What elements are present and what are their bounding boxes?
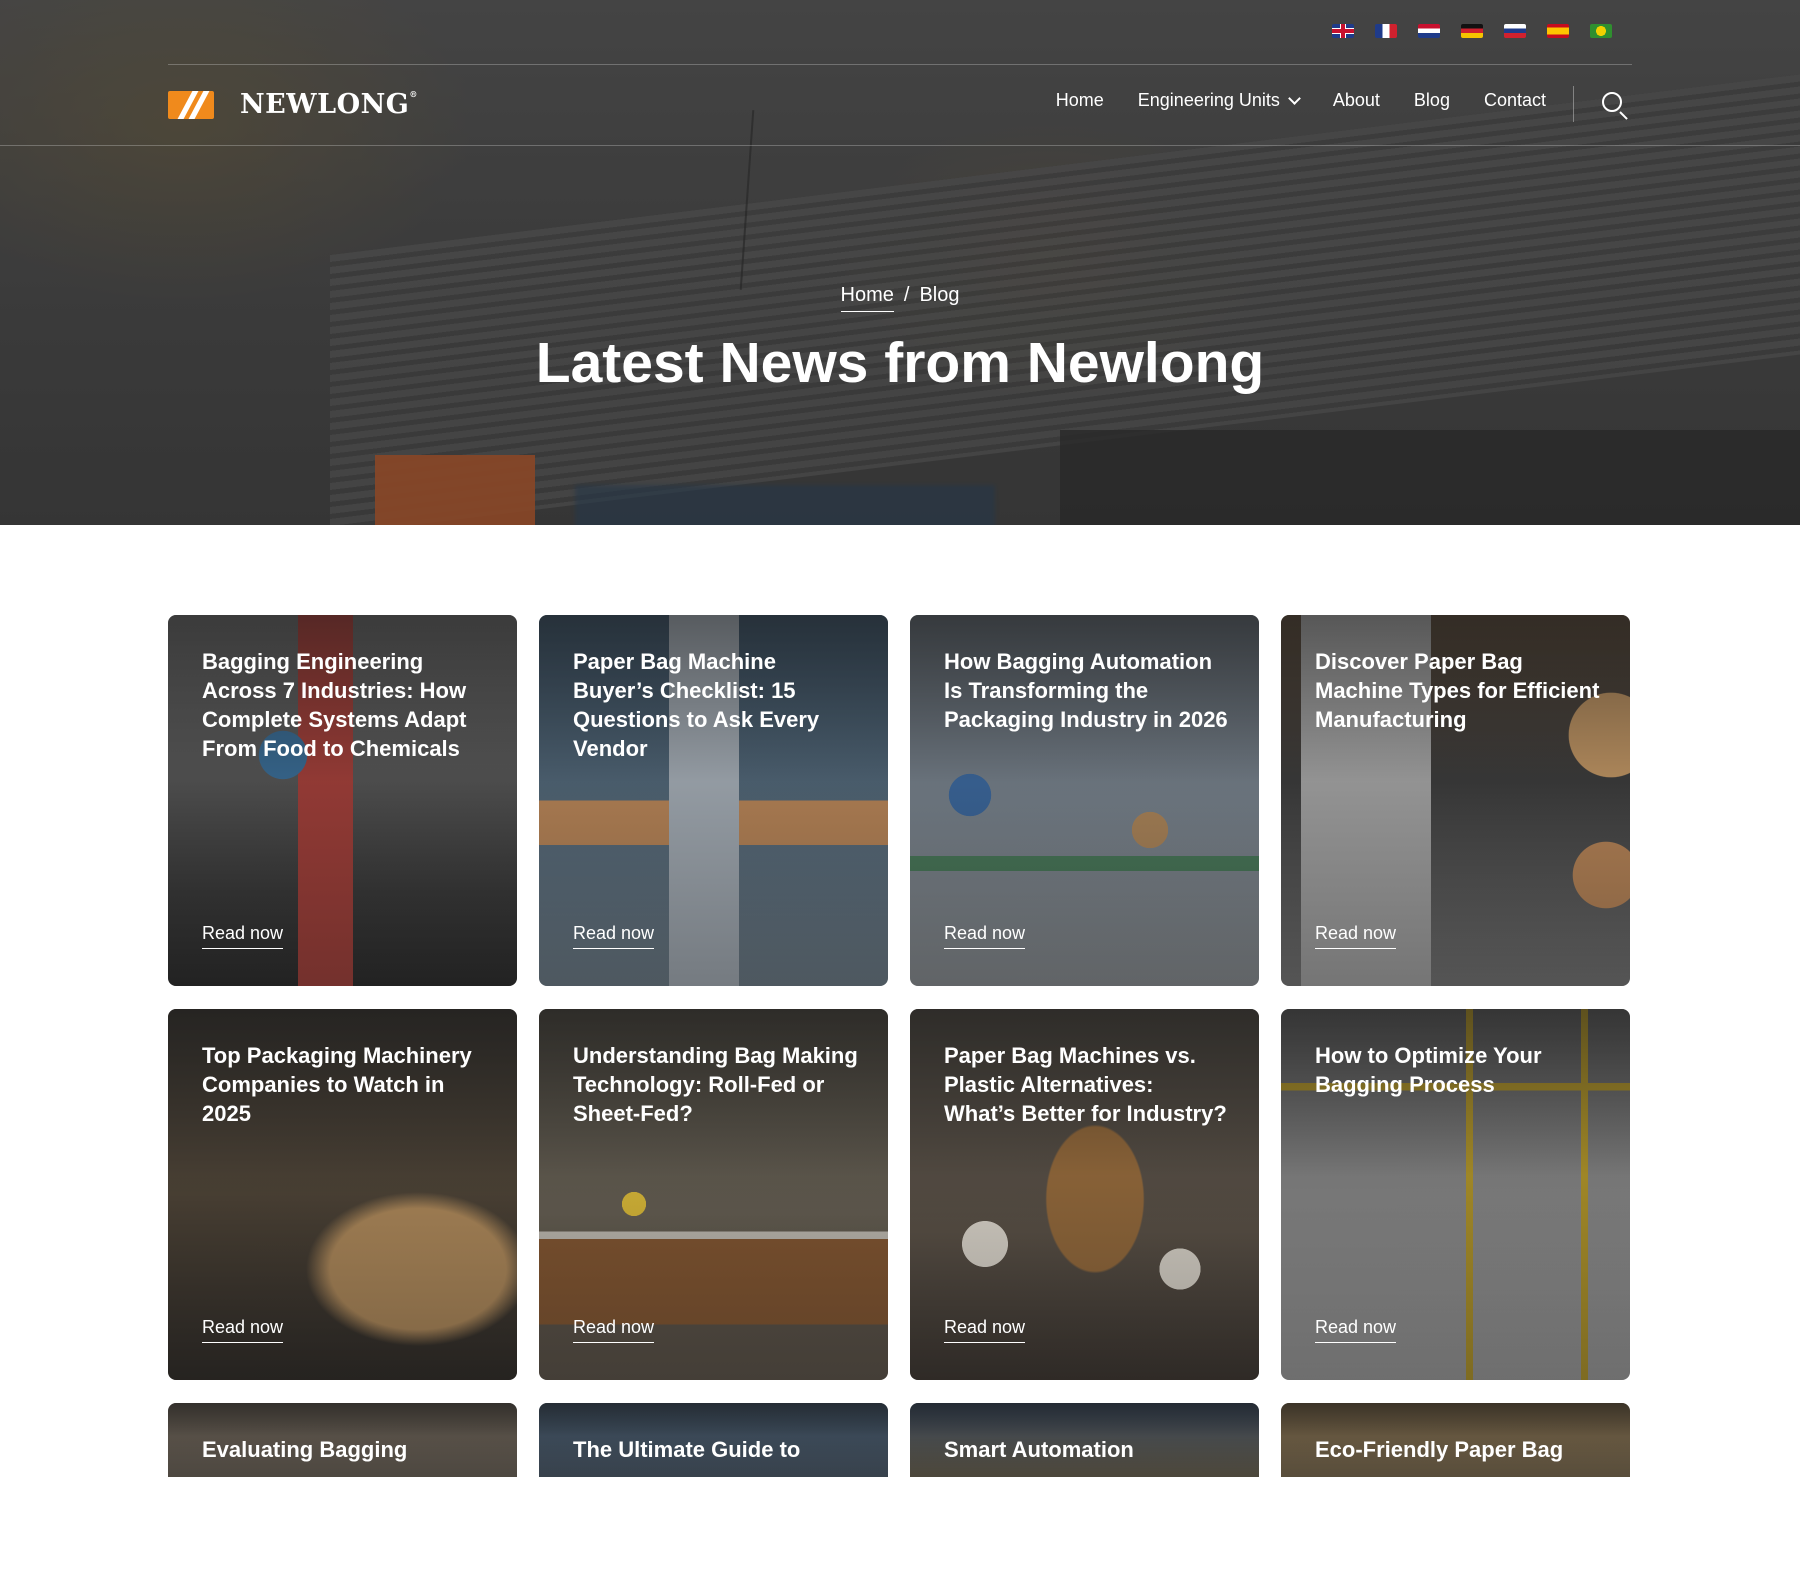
breadcrumb-current: Blog	[919, 284, 960, 306]
page-title: Latest News from Newlong	[535, 331, 1265, 395]
card-title: Top Packaging Machinery Companies to Wat…	[202, 1043, 472, 1126]
blog-card[interactable]: Discover Paper Bag Machine Types for Eff…	[1281, 615, 1630, 986]
card-title: The Ultimate Guide to	[573, 1437, 801, 1462]
germany-flag-icon[interactable]	[1461, 24, 1483, 38]
nav-contact[interactable]: Contact	[1484, 90, 1546, 111]
card-title: Paper Bag Machine Buyer’s Checklist: 15 …	[573, 649, 820, 761]
card-title: Smart Automation	[944, 1437, 1134, 1462]
card-title: Discover Paper Bag Machine Types for Eff…	[1315, 649, 1600, 732]
blog-card[interactable]: Smart Automation	[910, 1403, 1259, 1477]
nav-separator	[1573, 86, 1574, 122]
read-now-link[interactable]: Read now	[202, 923, 284, 949]
hero-overlay	[0, 0, 1800, 525]
breadcrumb-separator: /	[903, 284, 910, 306]
blog-card[interactable]: Paper Bag Machine Buyer’s Checklist: 15 …	[539, 615, 888, 986]
read-now-link[interactable]: Read now	[202, 1317, 284, 1343]
netherlands-flag-icon[interactable]	[1418, 24, 1440, 38]
read-now-link[interactable]: Read now	[573, 923, 655, 949]
main-nav: Home Engineering Units About Blog Contac…	[1056, 90, 1546, 111]
nav-engineering-units[interactable]: Engineering Units	[1137, 90, 1301, 111]
search-icon[interactable]	[1600, 90, 1630, 120]
read-now-link[interactable]: Read now	[944, 1317, 1026, 1343]
spain-flag-icon[interactable]	[1547, 24, 1569, 38]
logo-text: NEWLONG®	[240, 89, 418, 120]
language-switcher	[1332, 24, 1612, 38]
blog-card[interactable]: Top Packaging Machinery Companies to Wat…	[168, 1009, 517, 1380]
card-title: How Bagging Automation Is Transforming t…	[944, 649, 1228, 732]
card-title: How to Optimize Your Bagging Process	[1315, 1043, 1542, 1097]
blog-card[interactable]: Bagging Engineering Across 7 Industries:…	[168, 615, 517, 986]
blog-card[interactable]: How to Optimize Your Bagging Process Rea…	[1281, 1009, 1630, 1380]
blog-card[interactable]: Eco-Friendly Paper Bag	[1281, 1403, 1630, 1477]
blog-card[interactable]: How Bagging Automation Is Transforming t…	[910, 615, 1259, 986]
header-divider	[0, 145, 1800, 146]
blog-card[interactable]: Understanding Bag Making Technology: Rol…	[539, 1009, 888, 1380]
card-title: Bagging Engineering Across 7 Industries:…	[202, 649, 467, 761]
read-now-link[interactable]: Read now	[944, 923, 1026, 949]
top-divider	[168, 64, 1632, 65]
blog-card[interactable]: The Ultimate Guide to	[539, 1403, 888, 1477]
nav-blog[interactable]: Blog	[1414, 90, 1450, 111]
france-flag-icon[interactable]	[1375, 24, 1397, 38]
blog-card[interactable]: Paper Bag Machines vs. Plastic Alternati…	[910, 1009, 1259, 1380]
uk-flag-icon[interactable]	[1332, 24, 1354, 38]
nav-about[interactable]: About	[1333, 90, 1380, 111]
russia-flag-icon[interactable]	[1504, 24, 1526, 38]
read-now-link[interactable]: Read now	[1315, 1317, 1397, 1343]
logo-mark-icon	[168, 90, 214, 119]
nav-home[interactable]: Home	[1056, 90, 1104, 111]
breadcrumb: Home / Blog	[0, 284, 1800, 312]
breadcrumb-home[interactable]: Home	[840, 284, 894, 312]
blog-grid: Bagging Engineering Across 7 Industries:…	[168, 615, 1632, 1477]
card-title: Eco-Friendly Paper Bag	[1315, 1437, 1564, 1462]
nav-engineering-units-label: Engineering Units	[1137, 90, 1280, 110]
blog-card[interactable]: Evaluating Bagging	[168, 1403, 517, 1477]
card-title: Paper Bag Machines vs. Plastic Alternati…	[944, 1043, 1227, 1126]
read-now-link[interactable]: Read now	[573, 1317, 655, 1343]
card-title: Evaluating Bagging	[202, 1437, 408, 1462]
site-logo[interactable]: NEWLONG®	[168, 89, 418, 120]
card-title: Understanding Bag Making Technology: Rol…	[573, 1043, 858, 1126]
chevron-down-icon	[1288, 91, 1301, 105]
hero-banner: NEWLONG® Home Engineering Units About Bl…	[0, 0, 1800, 525]
brazil-flag-icon[interactable]	[1590, 24, 1612, 38]
read-now-link[interactable]: Read now	[1315, 923, 1397, 949]
